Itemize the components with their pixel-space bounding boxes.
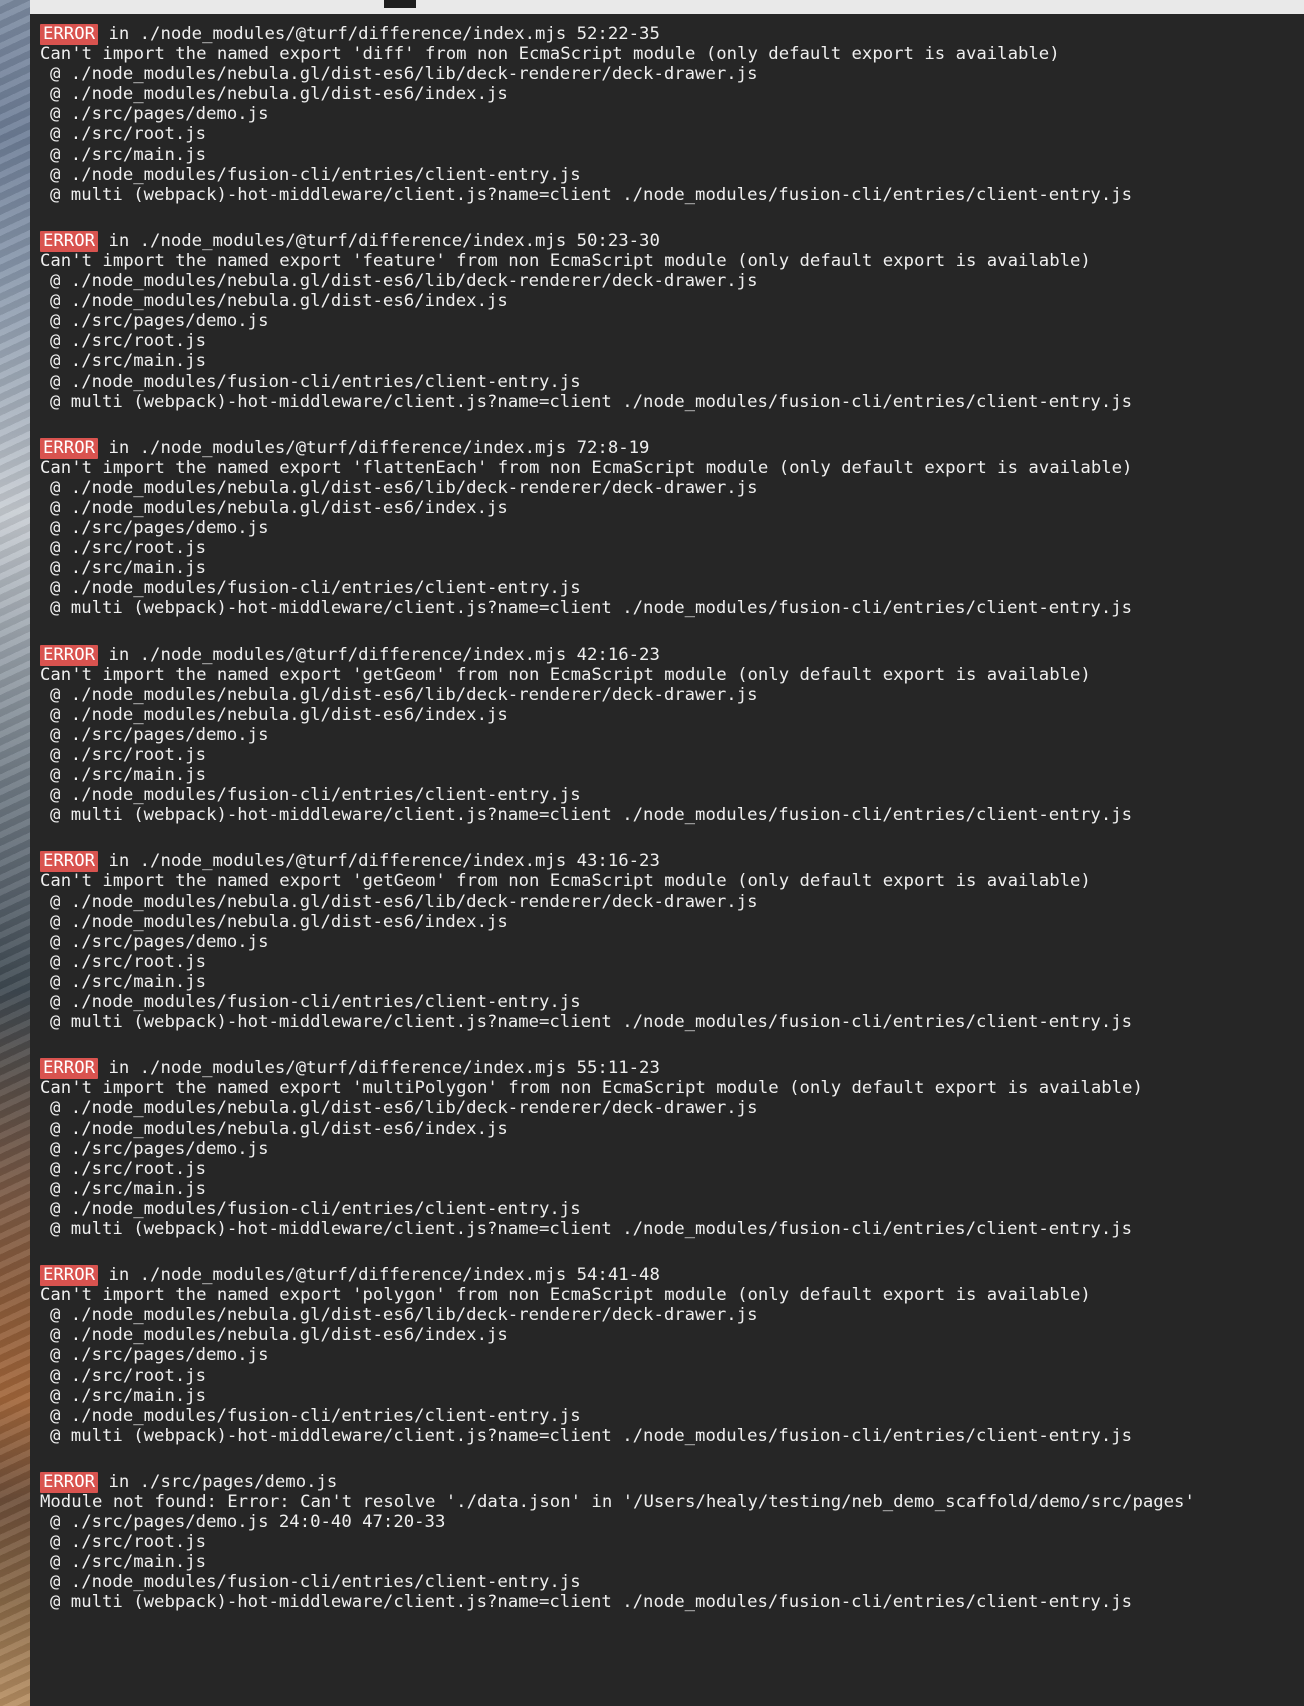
stack-trace-line: @ ./node_modules/nebula.gl/dist-es6/inde… (50, 1118, 508, 1139)
stack-trace-line: @ ./src/pages/demo.js (50, 518, 269, 539)
stack-trace-line: @ ./src/main.js (50, 1552, 207, 1573)
stack-trace-line: @ ./node_modules/nebula.gl/dist-es6/lib/… (50, 1305, 758, 1326)
error-badge: ERROR (40, 1265, 99, 1287)
stack-trace-line: @ ./node_modules/nebula.gl/dist-es6/inde… (50, 911, 508, 932)
stack-trace-line: @ multi (webpack)-hot-middleware/client.… (50, 1592, 1133, 1613)
stack-trace-line: @ ./src/main.js (50, 1178, 207, 1199)
error-location: in ./node_modules/@turf/difference/index… (108, 644, 660, 665)
stack-trace-line: @ ./node_modules/nebula.gl/dist-es6/lib/… (50, 477, 758, 498)
error-location: in ./node_modules/@turf/difference/index… (108, 24, 660, 44)
desktop-wallpaper (0, 0, 30, 1706)
error-badge: ERROR (40, 1471, 99, 1493)
error-message: Can't import the named export 'getGeom' … (40, 664, 1091, 685)
stack-trace-line: @ ./node_modules/fusion-cli/entries/clie… (50, 164, 581, 185)
stack-trace-line: @ ./node_modules/fusion-cli/entries/clie… (50, 578, 581, 599)
error-badge: ERROR (40, 644, 99, 666)
error-block: ERROR in ./src/pages/demo.js Module not f… (40, 1471, 1304, 1613)
error-location: in ./node_modules/@turf/difference/index… (108, 230, 660, 251)
stack-trace-line: @ multi (webpack)-hot-middleware/client.… (50, 805, 1133, 826)
error-location: in ./node_modules/@turf/difference/index… (108, 1265, 660, 1286)
error-block: ERROR in ./node_modules/@turf/difference… (40, 644, 1304, 826)
error-location: in ./src/pages/demo.js (108, 1471, 338, 1492)
stack-trace-line: @ ./node_modules/fusion-cli/entries/clie… (50, 1405, 581, 1426)
stack-trace-line: @ ./src/main.js (50, 558, 207, 579)
stack-trace-line: @ ./src/root.js (50, 1158, 207, 1179)
error-block: ERROR in ./node_modules/@turf/difference… (40, 230, 1304, 412)
stack-trace-line: @ ./src/root.js (50, 1365, 207, 1386)
stack-trace-line: @ ./src/pages/demo.js (50, 104, 269, 125)
stack-trace-line: @ ./src/root.js (50, 331, 207, 352)
error-block: ERROR in ./node_modules/@turf/difference… (40, 1265, 1304, 1446)
stack-trace-line: @ ./node_modules/nebula.gl/dist-es6/lib/… (50, 891, 758, 912)
error-header-line: ERROR in ./src/pages/demo.js (40, 1471, 1304, 1493)
error-location: in ./node_modules/@turf/difference/index… (108, 437, 650, 458)
error-message: Can't import the named export 'diff' fro… (40, 44, 1060, 65)
stack-trace-line: @ ./node_modules/fusion-cli/entries/clie… (50, 992, 581, 1013)
error-badge: ERROR (40, 1058, 99, 1080)
stack-trace-line: @ ./node_modules/nebula.gl/dist-es6/inde… (50, 497, 508, 518)
stack-trace-line: @ ./node_modules/nebula.gl/dist-es6/lib/… (50, 684, 758, 705)
error-header-line: ERROR in ./node_modules/@turf/difference… (40, 437, 1304, 459)
stack-trace-line: @ multi (webpack)-hot-middleware/client.… (50, 1218, 1133, 1239)
stack-trace-line: @ ./node_modules/nebula.gl/dist-es6/lib/… (50, 271, 758, 292)
stack-trace-line: @ ./node_modules/nebula.gl/dist-es6/inde… (50, 291, 508, 312)
error-badge: ERROR (40, 230, 99, 252)
terminal-window[interactable]: ERROR in ./node_modules/@turf/difference… (30, 14, 1304, 1706)
error-header-line: ERROR in ./node_modules/@turf/difference… (40, 24, 1304, 45)
error-header-line: ERROR in ./node_modules/@turf/difference… (40, 644, 1304, 666)
stack-trace-line: @ ./src/root.js (50, 538, 207, 559)
stack-trace-line: @ ./src/pages/demo.js 24:0-40 47:20-33 (50, 1512, 446, 1533)
stack-trace-line: @ ./node_modules/fusion-cli/entries/clie… (50, 1572, 581, 1593)
stack-trace-line: @ multi (webpack)-hot-middleware/client.… (50, 184, 1133, 205)
stack-trace-line: @ ./node_modules/nebula.gl/dist-es6/lib/… (50, 64, 758, 85)
error-message: Can't import the named export 'polygon' … (40, 1285, 1091, 1306)
error-badge: ERROR (40, 24, 99, 45)
stack-trace-line: @ multi (webpack)-hot-middleware/client.… (50, 391, 1133, 412)
stack-trace-line: @ multi (webpack)-hot-middleware/client.… (50, 598, 1133, 619)
window-edge-mark (384, 0, 416, 8)
stack-trace-line: @ ./node_modules/fusion-cli/entries/clie… (50, 785, 581, 806)
error-block: ERROR in ./node_modules/@turf/difference… (40, 1058, 1304, 1239)
error-location: in ./node_modules/@turf/difference/index… (108, 851, 660, 872)
error-badge: ERROR (40, 437, 99, 459)
stack-trace-line: @ ./node_modules/nebula.gl/dist-es6/inde… (50, 84, 508, 105)
error-block: ERROR in ./node_modules/@turf/difference… (40, 437, 1304, 619)
error-message: Can't import the named export 'getGeom' … (40, 871, 1091, 892)
error-message: Can't import the named export 'flattenEa… (40, 457, 1133, 478)
error-block: ERROR in ./node_modules/@turf/difference… (40, 851, 1304, 1032)
stack-trace-line: @ ./src/pages/demo.js (50, 1345, 269, 1366)
error-badge: ERROR (40, 851, 99, 873)
error-message: Can't import the named export 'multiPoly… (40, 1078, 1143, 1099)
stack-trace-line: @ ./src/main.js (50, 1385, 207, 1406)
stack-trace-line: @ ./src/pages/demo.js (50, 1138, 269, 1159)
stack-trace-line: @ ./src/pages/demo.js (50, 724, 269, 745)
stack-trace-line: @ ./node_modules/nebula.gl/dist-es6/inde… (50, 704, 508, 725)
stack-trace-line: @ ./src/pages/demo.js (50, 931, 269, 952)
stack-trace-line: @ ./node_modules/nebula.gl/dist-es6/lib/… (50, 1098, 758, 1119)
stack-trace-line: @ multi (webpack)-hot-middleware/client.… (50, 1012, 1133, 1033)
error-header-line: ERROR in ./node_modules/@turf/difference… (40, 230, 1304, 252)
stack-trace-line: @ ./node_modules/fusion-cli/entries/clie… (50, 1198, 581, 1219)
stack-trace-line: @ ./node_modules/nebula.gl/dist-es6/inde… (50, 1325, 508, 1346)
error-location: in ./node_modules/@turf/difference/index… (108, 1058, 660, 1079)
stack-trace-line: @ ./src/main.js (50, 144, 207, 165)
stack-trace-line: @ ./src/root.js (50, 951, 207, 972)
stack-trace-line: @ ./src/root.js (50, 745, 207, 765)
stack-trace-line: @ ./src/pages/demo.js (50, 311, 269, 332)
stack-trace-line: @ multi (webpack)-hot-middleware/client.… (50, 1425, 1133, 1446)
stack-trace-line: @ ./src/main.js (50, 351, 207, 372)
stack-trace-line: @ ./node_modules/fusion-cli/entries/clie… (50, 371, 581, 392)
stack-trace-line: @ ./src/main.js (50, 971, 207, 992)
error-message: Can't import the named export 'feature' … (40, 250, 1091, 271)
stack-trace-line: @ ./src/root.js (50, 1532, 207, 1553)
error-header-line: ERROR in ./node_modules/@turf/difference… (40, 1058, 1304, 1080)
error-message: Module not found: Error: Can't resolve '… (40, 1492, 1195, 1512)
window-top-edge (30, 0, 1304, 15)
stack-trace-line: @ ./src/root.js (50, 124, 207, 145)
error-header-line: ERROR in ./node_modules/@turf/difference… (40, 851, 1304, 873)
terminal-output: ERROR in ./node_modules/@turf/difference… (40, 24, 1304, 1639)
error-block: ERROR in ./node_modules/@turf/difference… (40, 24, 1304, 205)
error-header-line: ERROR in ./node_modules/@turf/difference… (40, 1265, 1304, 1287)
stack-trace-line: @ ./src/main.js (50, 765, 207, 786)
